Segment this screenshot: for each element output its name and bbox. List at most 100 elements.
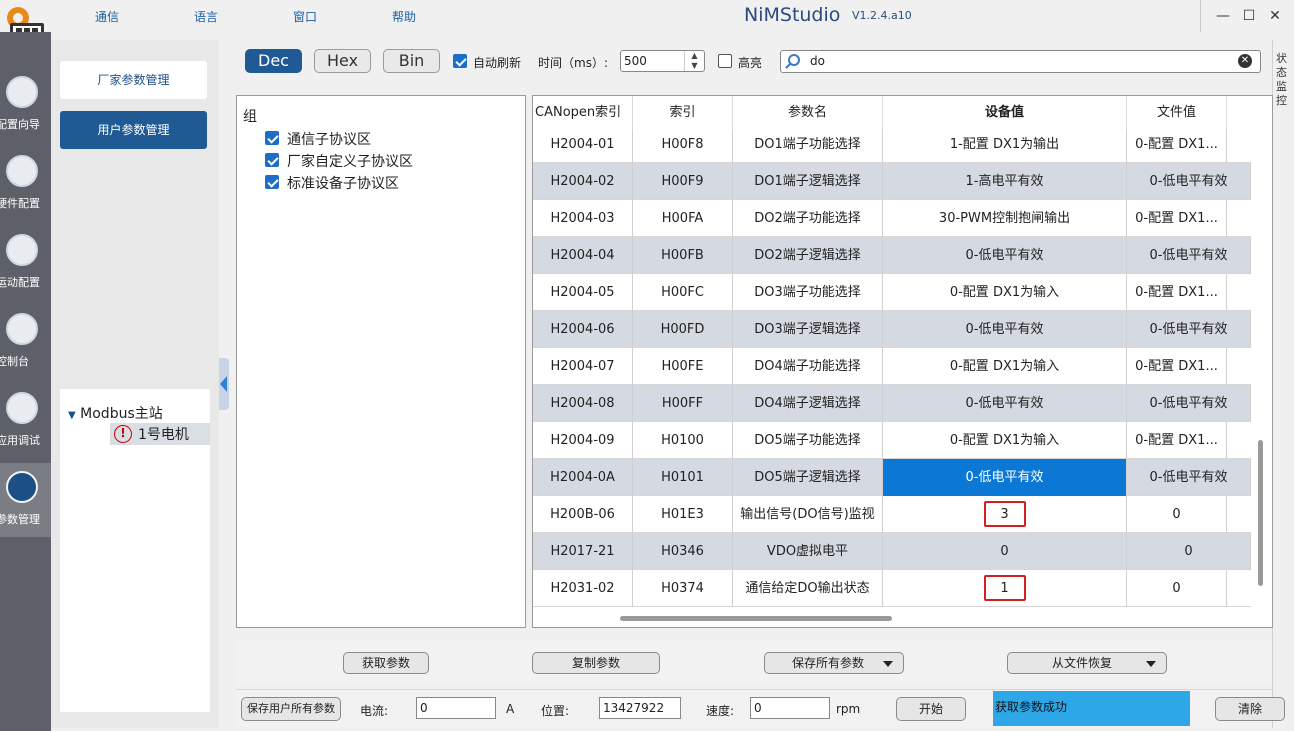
device-value-cell[interactable]: 30-PWM控制抱闸输出	[883, 200, 1127, 237]
table-row[interactable]: H2004-05 H00FC DO3端子功能选择 0-配置 DX1为输入 0-配…	[533, 274, 1251, 311]
table-row[interactable]: H2004-01 H00F8 DO1端子功能选择 1-配置 DX1为输出 0-配…	[533, 126, 1251, 163]
speed-label: 速度:	[706, 704, 735, 718]
auto-refresh-checkbox[interactable]	[453, 54, 467, 68]
app-version: V1.2.4.a10	[852, 9, 912, 22]
nav-label: 运动配置	[0, 276, 40, 289]
minimize-button[interactable]: —	[1213, 6, 1233, 26]
nav-item-console[interactable]: 控制台	[0, 305, 51, 379]
dec-button[interactable]: Dec	[245, 49, 302, 73]
nav-item-config-wizard[interactable]: 配置向导	[0, 68, 51, 142]
clear-button[interactable]: 清除	[1215, 697, 1285, 721]
table-row[interactable]: H2004-04 H00FB DO2端子逻辑选择 0-低电平有效 0-低电平有效	[533, 237, 1251, 274]
sidebar-collapse-handle[interactable]	[219, 358, 229, 410]
nav-label: 配置向导	[0, 118, 40, 131]
table-row[interactable]: H2004-03 H00FA DO2端子功能选择 30-PWM控制抱闸输出 0-…	[533, 200, 1251, 237]
position-field[interactable]: 13427922	[599, 697, 681, 719]
device-tree: ▼ Modbus主站 ! 1号电机	[60, 389, 210, 712]
current-field[interactable]: 0	[416, 697, 496, 719]
app-title: NiMStudio	[744, 4, 841, 26]
spin-arrows[interactable]: ▲ ▼	[684, 51, 704, 71]
vendor-params-button[interactable]: 厂家参数管理	[60, 61, 207, 99]
maximize-button[interactable]: ☐	[1239, 6, 1259, 26]
col-header-file-value[interactable]: 文件值	[1127, 96, 1227, 130]
device-value-cell[interactable]: 0-低电平有效	[883, 237, 1127, 274]
device-value-cell[interactable]: 1	[883, 570, 1127, 607]
table-row[interactable]: H2004-02 H00F9 DO1端子逻辑选择 1-高电平有效 0-低电平有效	[533, 163, 1251, 200]
clear-icon[interactable]: ✕	[1238, 54, 1252, 68]
interval-spinbox[interactable]: 500 ▲ ▼	[620, 50, 705, 72]
device-value-cell[interactable]: 0-配置 DX1为输入	[883, 274, 1127, 311]
warning-icon: !	[114, 425, 132, 443]
col-header-device-value[interactable]: 设备值	[883, 96, 1127, 130]
highlight-checkbox[interactable]	[718, 54, 732, 68]
device-value-cell[interactable]: 1-配置 DX1为输出	[883, 126, 1127, 163]
user-params-button[interactable]: 用户参数管理	[60, 111, 207, 149]
menu-window[interactable]: 窗口	[293, 8, 317, 25]
tree-item-motor-1[interactable]: ! 1号电机	[110, 423, 210, 445]
speed-field[interactable]: 0	[750, 697, 830, 719]
nav-item-app-debug[interactable]: 应用调试	[0, 384, 51, 458]
vertical-scrollbar[interactable]	[1258, 440, 1263, 586]
group-item-vendor[interactable]: 厂家自定义子协议区	[265, 151, 515, 173]
table-row[interactable]: H2017-21 H0346 VDO虚拟电平 0 0	[533, 533, 1251, 570]
device-value-cell[interactable]: 0-配置 DX1为输入	[883, 348, 1127, 385]
device-value-cell[interactable]: 0-低电平有效	[883, 311, 1127, 348]
col-header-canopen-index[interactable]: CANopen索引	[533, 96, 633, 130]
file-value-cell: 0-低电平有效	[1127, 237, 1251, 274]
index-cell: H01E3	[633, 496, 733, 533]
status-monitor-label: 状态监控	[1276, 52, 1287, 107]
param-name-cell: DO4端子逻辑选择	[733, 385, 883, 422]
save-user-all-params-button[interactable]: 保存用户所有参数	[241, 697, 341, 721]
table-row[interactable]: H2004-07 H00FE DO4端子功能选择 0-配置 DX1为输入 0-配…	[533, 348, 1251, 385]
get-params-button[interactable]: 获取参数	[343, 652, 429, 674]
device-value-cell-selected[interactable]: 0-低电平有效	[883, 459, 1127, 496]
device-value-highlight: 1	[983, 575, 1026, 601]
expand-icon[interactable]: ▼	[68, 410, 76, 421]
copy-params-button[interactable]: 复制参数	[532, 652, 660, 674]
horizontal-scrollbar[interactable]	[620, 616, 892, 621]
group-checkbox[interactable]	[265, 131, 279, 145]
hex-button[interactable]: Hex	[314, 49, 371, 73]
index-cell: H0346	[633, 533, 733, 570]
index-cell: H00FD	[633, 311, 733, 348]
spin-down-icon[interactable]: ▼	[691, 61, 697, 70]
spin-up-icon[interactable]: ▲	[691, 51, 697, 60]
save-all-params-button[interactable]: 保存所有参数	[764, 652, 904, 674]
nav-item-motion-config[interactable]: 运动配置	[0, 226, 51, 300]
nav-item-param-management[interactable]: 参数管理	[0, 463, 51, 537]
tree-root-modbus[interactable]: ▼ Modbus主站	[68, 403, 163, 423]
group-item-standard[interactable]: 标准设备子协议区	[265, 173, 515, 195]
search-input[interactable]: do ✕	[780, 50, 1261, 73]
close-button[interactable]: ✕	[1265, 6, 1285, 26]
group-checkbox[interactable]	[265, 175, 279, 189]
table-row[interactable]: H2004-06 H00FD DO3端子逻辑选择 0-低电平有效 0-低电平有效	[533, 311, 1251, 348]
restore-from-file-button[interactable]: 从文件恢复	[1007, 652, 1167, 674]
start-button[interactable]: 开始	[896, 697, 966, 721]
menu-communication[interactable]: 通信	[95, 8, 119, 25]
canopen-index-cell: H2004-06	[533, 311, 633, 348]
bin-button[interactable]: Bin	[383, 49, 440, 73]
table-row[interactable]: H200B-06 H01E3 输出信号(DO信号)监视 3 0	[533, 496, 1251, 533]
canopen-index-cell: H2017-21	[533, 533, 633, 570]
device-value-cell[interactable]: 1-高电平有效	[883, 163, 1127, 200]
menu-help[interactable]: 帮助	[392, 8, 416, 25]
table-row[interactable]: H2004-08 H00FF DO4端子逻辑选择 0-低电平有效 0-低电平有效	[533, 385, 1251, 422]
table-row[interactable]: H2004-09 H0100 DO5端子功能选择 0-配置 DX1为输入 0-配…	[533, 422, 1251, 459]
table-row-selected[interactable]: H2004-0A H0101 DO5端子逻辑选择 0-低电平有效 0-低电平有效	[533, 459, 1251, 496]
param-name-cell: DO4端子功能选择	[733, 348, 883, 385]
canopen-index-cell: H2004-03	[533, 200, 633, 237]
motion-icon	[6, 234, 38, 266]
menu-language[interactable]: 语言	[194, 8, 218, 25]
device-value-cell[interactable]: 0	[883, 533, 1127, 570]
table-row[interactable]: H2031-02 H0374 通信给定DO输出状态 1 0	[533, 570, 1251, 607]
group-checkbox[interactable]	[265, 153, 279, 167]
col-header-param-name[interactable]: 参数名	[733, 96, 883, 130]
gauge-icon	[6, 313, 38, 345]
device-value-cell[interactable]: 0-低电平有效	[883, 385, 1127, 422]
nav-item-hardware-config[interactable]: 硬件配置	[0, 147, 51, 221]
device-value-cell[interactable]: 3	[883, 496, 1127, 533]
status-monitor-strip[interactable]: 状态监控	[1272, 40, 1294, 728]
group-item-comm[interactable]: 通信子协议区	[265, 129, 515, 151]
device-value-cell[interactable]: 0-配置 DX1为输入	[883, 422, 1127, 459]
col-header-index[interactable]: 索引	[633, 96, 733, 130]
